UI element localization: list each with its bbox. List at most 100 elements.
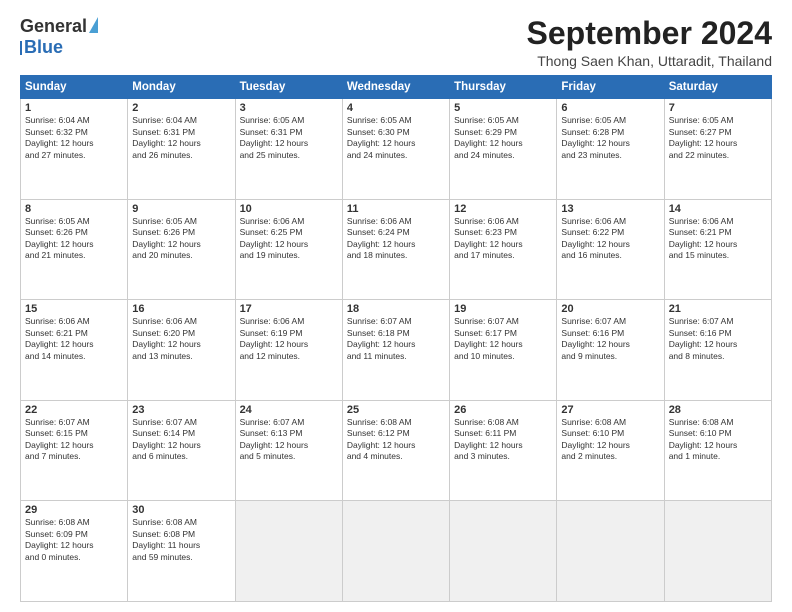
calendar-cell: 10Sunrise: 6:06 AM Sunset: 6:25 PM Dayli… (235, 199, 342, 300)
calendar-cell: 29Sunrise: 6:08 AM Sunset: 6:09 PM Dayli… (21, 501, 128, 602)
cell-data: Sunrise: 6:08 AM Sunset: 6:08 PM Dayligh… (132, 517, 230, 563)
day-number: 6 (561, 102, 659, 114)
calendar-cell: 11Sunrise: 6:06 AM Sunset: 6:24 PM Dayli… (342, 199, 449, 300)
cell-data: Sunrise: 6:08 AM Sunset: 6:10 PM Dayligh… (561, 417, 659, 463)
day-number: 8 (25, 203, 123, 215)
day-number: 20 (561, 303, 659, 315)
cell-data: Sunrise: 6:06 AM Sunset: 6:21 PM Dayligh… (25, 316, 123, 362)
cell-data: Sunrise: 6:06 AM Sunset: 6:25 PM Dayligh… (240, 216, 338, 262)
calendar-cell (235, 501, 342, 602)
cell-data: Sunrise: 6:06 AM Sunset: 6:22 PM Dayligh… (561, 216, 659, 262)
week-row-2: 8Sunrise: 6:05 AM Sunset: 6:26 PM Daylig… (21, 199, 772, 300)
calendar-cell: 18Sunrise: 6:07 AM Sunset: 6:18 PM Dayli… (342, 300, 449, 401)
cell-data: Sunrise: 6:05 AM Sunset: 6:30 PM Dayligh… (347, 115, 445, 161)
col-wednesday: Wednesday (342, 76, 449, 99)
calendar-cell (557, 501, 664, 602)
calendar-cell: 19Sunrise: 6:07 AM Sunset: 6:17 PM Dayli… (450, 300, 557, 401)
calendar-cell: 15Sunrise: 6:06 AM Sunset: 6:21 PM Dayli… (21, 300, 128, 401)
day-number: 25 (347, 404, 445, 416)
cell-data: Sunrise: 6:05 AM Sunset: 6:27 PM Dayligh… (669, 115, 767, 161)
cell-data: Sunrise: 6:06 AM Sunset: 6:19 PM Dayligh… (240, 316, 338, 362)
day-number: 11 (347, 203, 445, 215)
calendar-cell: 6Sunrise: 6:05 AM Sunset: 6:28 PM Daylig… (557, 99, 664, 200)
col-thursday: Thursday (450, 76, 557, 99)
cell-data: Sunrise: 6:08 AM Sunset: 6:11 PM Dayligh… (454, 417, 552, 463)
location: Thong Saen Khan, Uttaradit, Thailand (527, 53, 772, 69)
calendar-cell: 5Sunrise: 6:05 AM Sunset: 6:29 PM Daylig… (450, 99, 557, 200)
cell-data: Sunrise: 6:07 AM Sunset: 6:14 PM Dayligh… (132, 417, 230, 463)
day-number: 23 (132, 404, 230, 416)
cell-data: Sunrise: 6:07 AM Sunset: 6:16 PM Dayligh… (561, 316, 659, 362)
calendar-cell: 20Sunrise: 6:07 AM Sunset: 6:16 PM Dayli… (557, 300, 664, 401)
calendar-cell: 22Sunrise: 6:07 AM Sunset: 6:15 PM Dayli… (21, 400, 128, 501)
calendar-cell: 12Sunrise: 6:06 AM Sunset: 6:23 PM Dayli… (450, 199, 557, 300)
day-number: 3 (240, 102, 338, 114)
logo-general: General (20, 16, 87, 37)
calendar-cell: 2Sunrise: 6:04 AM Sunset: 6:31 PM Daylig… (128, 99, 235, 200)
week-row-4: 22Sunrise: 6:07 AM Sunset: 6:15 PM Dayli… (21, 400, 772, 501)
day-number: 19 (454, 303, 552, 315)
calendar-cell: 27Sunrise: 6:08 AM Sunset: 6:10 PM Dayli… (557, 400, 664, 501)
cell-data: Sunrise: 6:07 AM Sunset: 6:15 PM Dayligh… (25, 417, 123, 463)
day-number: 13 (561, 203, 659, 215)
calendar-cell: 30Sunrise: 6:08 AM Sunset: 6:08 PM Dayli… (128, 501, 235, 602)
title-block: September 2024 Thong Saen Khan, Uttaradi… (527, 16, 772, 69)
logo-blue: Blue (24, 37, 63, 58)
day-number: 18 (347, 303, 445, 315)
cell-data: Sunrise: 6:05 AM Sunset: 6:26 PM Dayligh… (132, 216, 230, 262)
cell-data: Sunrise: 6:08 AM Sunset: 6:09 PM Dayligh… (25, 517, 123, 563)
day-number: 30 (132, 504, 230, 516)
col-sunday: Sunday (21, 76, 128, 99)
day-number: 21 (669, 303, 767, 315)
calendar-cell: 28Sunrise: 6:08 AM Sunset: 6:10 PM Dayli… (664, 400, 771, 501)
day-number: 10 (240, 203, 338, 215)
cell-data: Sunrise: 6:05 AM Sunset: 6:29 PM Dayligh… (454, 115, 552, 161)
day-number: 27 (561, 404, 659, 416)
day-number: 22 (25, 404, 123, 416)
day-number: 5 (454, 102, 552, 114)
cell-data: Sunrise: 6:08 AM Sunset: 6:10 PM Dayligh… (669, 417, 767, 463)
calendar-cell: 23Sunrise: 6:07 AM Sunset: 6:14 PM Dayli… (128, 400, 235, 501)
calendar-cell: 16Sunrise: 6:06 AM Sunset: 6:20 PM Dayli… (128, 300, 235, 401)
day-number: 26 (454, 404, 552, 416)
calendar-cell: 1Sunrise: 6:04 AM Sunset: 6:32 PM Daylig… (21, 99, 128, 200)
cell-data: Sunrise: 6:05 AM Sunset: 6:31 PM Dayligh… (240, 115, 338, 161)
day-number: 29 (25, 504, 123, 516)
week-row-5: 29Sunrise: 6:08 AM Sunset: 6:09 PM Dayli… (21, 501, 772, 602)
calendar-cell: 14Sunrise: 6:06 AM Sunset: 6:21 PM Dayli… (664, 199, 771, 300)
cell-data: Sunrise: 6:08 AM Sunset: 6:12 PM Dayligh… (347, 417, 445, 463)
cell-data: Sunrise: 6:04 AM Sunset: 6:32 PM Dayligh… (25, 115, 123, 161)
header: General Blue September 2024 Thong Saen K… (20, 16, 772, 69)
calendar-cell: 26Sunrise: 6:08 AM Sunset: 6:11 PM Dayli… (450, 400, 557, 501)
day-number: 2 (132, 102, 230, 114)
day-number: 14 (669, 203, 767, 215)
day-number: 9 (132, 203, 230, 215)
day-number: 28 (669, 404, 767, 416)
day-number: 1 (25, 102, 123, 114)
cell-data: Sunrise: 6:06 AM Sunset: 6:23 PM Dayligh… (454, 216, 552, 262)
cell-data: Sunrise: 6:05 AM Sunset: 6:26 PM Dayligh… (25, 216, 123, 262)
calendar-cell: 8Sunrise: 6:05 AM Sunset: 6:26 PM Daylig… (21, 199, 128, 300)
calendar-cell: 4Sunrise: 6:05 AM Sunset: 6:30 PM Daylig… (342, 99, 449, 200)
week-row-1: 1Sunrise: 6:04 AM Sunset: 6:32 PM Daylig… (21, 99, 772, 200)
day-number: 24 (240, 404, 338, 416)
col-tuesday: Tuesday (235, 76, 342, 99)
col-saturday: Saturday (664, 76, 771, 99)
cell-data: Sunrise: 6:06 AM Sunset: 6:24 PM Dayligh… (347, 216, 445, 262)
cell-data: Sunrise: 6:06 AM Sunset: 6:20 PM Dayligh… (132, 316, 230, 362)
week-row-3: 15Sunrise: 6:06 AM Sunset: 6:21 PM Dayli… (21, 300, 772, 401)
day-number: 4 (347, 102, 445, 114)
calendar-cell (664, 501, 771, 602)
calendar-cell: 7Sunrise: 6:05 AM Sunset: 6:27 PM Daylig… (664, 99, 771, 200)
header-row: Sunday Monday Tuesday Wednesday Thursday… (21, 76, 772, 99)
cell-data: Sunrise: 6:06 AM Sunset: 6:21 PM Dayligh… (669, 216, 767, 262)
logo-triangle-icon (89, 17, 98, 33)
month-year: September 2024 (527, 16, 772, 51)
calendar-cell (342, 501, 449, 602)
cell-data: Sunrise: 6:07 AM Sunset: 6:13 PM Dayligh… (240, 417, 338, 463)
calendar-cell: 3Sunrise: 6:05 AM Sunset: 6:31 PM Daylig… (235, 99, 342, 200)
cell-data: Sunrise: 6:07 AM Sunset: 6:18 PM Dayligh… (347, 316, 445, 362)
col-friday: Friday (557, 76, 664, 99)
page: General Blue September 2024 Thong Saen K… (0, 0, 792, 612)
calendar-cell: 24Sunrise: 6:07 AM Sunset: 6:13 PM Dayli… (235, 400, 342, 501)
